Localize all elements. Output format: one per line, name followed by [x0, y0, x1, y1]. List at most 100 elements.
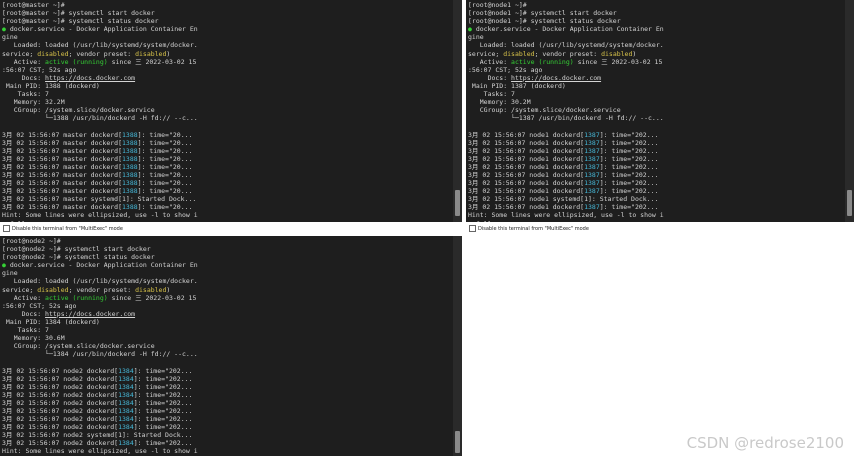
- terminal-line: n full.: [468, 220, 842, 222]
- terminal-text: n full.: [2, 220, 29, 222]
- terminal-text: 1387: [584, 138, 600, 147]
- scrollbar[interactable]: [453, 0, 462, 222]
- scrollbar[interactable]: [845, 0, 854, 222]
- terminal-line: 3月 02 15:56:07 master dockerd[1388]: tim…: [2, 187, 450, 195]
- terminal-text: 3月 02 15:56:07 node2 dockerd[: [2, 406, 119, 415]
- terminal-text: ]: time="20...: [137, 154, 193, 163]
- terminal-text: ]: time="202...: [133, 374, 193, 383]
- terminal-text: 1384: [118, 423, 134, 432]
- terminal-text: 3月 02 15:56:07 master dockerd[: [2, 162, 122, 171]
- terminal-text: gine: [468, 33, 484, 42]
- terminal-line: 3月 02 15:56:07 node1 dockerd[1387]: time…: [468, 203, 842, 211]
- scrollbar-thumb[interactable]: [847, 190, 852, 216]
- terminal-line: [root@master ~]# systemctl status docker: [2, 17, 450, 25]
- docs-link[interactable]: https://docs.docker.com: [45, 74, 135, 82]
- terminal-line: service; disabled; vendor preset: disabl…: [2, 286, 450, 294]
- terminal-text: 3月 02 15:56:07 node1 dockerd[: [468, 170, 585, 179]
- terminal-pane-node1[interactable]: [root@node1 ~]# [root@node1 ~]# systemct…: [466, 0, 854, 222]
- terminal-text: 1388: [122, 138, 138, 147]
- terminal-text: active (running): [45, 57, 108, 66]
- terminal-text: 1384: [118, 406, 134, 415]
- terminal-text: Main PID: 1387 (dockerd): [468, 81, 566, 90]
- terminal-text: ]: time="202...: [133, 406, 193, 415]
- terminal-text: 3月 02 15:56:07 node2 dockerd[: [2, 423, 119, 432]
- terminal-text: since 三 2022-03-02 15: [107, 293, 197, 302]
- watermark: CSDN @redrose2100: [686, 434, 844, 452]
- terminal-line: 3月 02 15:56:07 node2 dockerd[1384]: time…: [2, 423, 450, 431]
- terminal-text: 3月 02 15:56:07 master systemd[1]: Starte…: [2, 195, 197, 204]
- terminal-text: ): [632, 49, 637, 58]
- terminal-line: Tasks: 7: [2, 90, 450, 98]
- terminal-line: 3月 02 15:56:07 node1 dockerd[1387]: time…: [468, 187, 842, 195]
- terminal-line: gine: [2, 269, 450, 277]
- scrollbar-thumb[interactable]: [455, 431, 460, 453]
- terminal-text: 3月 02 15:56:07 master dockerd[: [2, 154, 122, 163]
- terminal-line: :56:07 CST; 52s ago: [2, 66, 450, 74]
- terminal-text: ]: time="20...: [137, 170, 193, 179]
- docs-link[interactable]: https://docs.docker.com: [45, 310, 135, 318]
- terminal-text: 3月 02 15:56:07 node2 dockerd[: [2, 390, 119, 399]
- terminal-text: service;: [468, 49, 504, 58]
- docs-link[interactable]: https://docs.docker.com: [511, 74, 601, 82]
- terminal-output-master[interactable]: [root@master ~]# [root@master ~]# system…: [2, 1, 450, 222]
- multiexec-checkbox[interactable]: [3, 225, 10, 232]
- terminal-text: disabled: [37, 49, 69, 58]
- scrollbar[interactable]: [453, 236, 462, 456]
- terminal-output-node2[interactable]: [root@node2 ~]# [root@node2 ~]# systemct…: [2, 237, 450, 456]
- terminal-text: 1388: [122, 154, 138, 163]
- terminal-pane-node2[interactable]: [root@node2 ~]# [root@node2 ~]# systemct…: [0, 236, 462, 456]
- terminal-text: 3月 02 15:56:07 master dockerd[: [2, 138, 122, 147]
- terminal-line: 3月 02 15:56:07 node2 dockerd[1384]: time…: [2, 439, 450, 447]
- multiexec-toggle-node1[interactable]: Disable this terminal from "MultiExec" m…: [469, 225, 589, 232]
- terminal-text: ]: time="202...: [133, 398, 193, 407]
- terminal-line: ● docker.service - Docker Application Co…: [2, 261, 450, 269]
- terminal-line: 3月 02 15:56:07 node1 systemd[1]: Started…: [468, 195, 842, 203]
- terminal-line: 3月 02 15:56:07 node2 dockerd[1384]: time…: [2, 391, 450, 399]
- terminal-text: [root@master ~]# systemctl start docker: [2, 9, 155, 18]
- terminal-text: 3月 02 15:56:07 master dockerd[: [2, 146, 122, 155]
- terminal-text: 1387: [584, 179, 600, 188]
- terminal-text: Tasks: 7: [2, 326, 49, 335]
- terminal-text: :56:07 CST; 52s ago: [468, 65, 543, 74]
- terminal-text: 1384: [118, 398, 134, 407]
- terminal-line: Loaded: loaded (/usr/lib/systemd/system/…: [468, 41, 842, 49]
- terminal-text: Tasks: 7: [468, 90, 515, 99]
- terminal-text: ): [166, 49, 171, 58]
- terminal-text: Loaded: loaded (/usr/lib/systemd/system/…: [2, 41, 198, 50]
- multiexec-label: Disable this terminal from "MultiExec" m…: [12, 225, 123, 232]
- terminal-line: 3月 02 15:56:07 node1 dockerd[1387]: time…: [468, 131, 842, 139]
- terminal-text: ; vendor preset:: [68, 49, 136, 58]
- terminal-line: Main PID: 1387 (dockerd): [468, 82, 842, 90]
- terminal-text: disabled: [503, 49, 535, 58]
- terminal-text: 1387: [584, 154, 600, 163]
- terminal-text: active (running): [511, 57, 574, 66]
- terminal-text: └─1387 /usr/bin/dockerd -H fd:// --c...: [468, 114, 664, 123]
- terminal-text: Hint: Some lines were ellipsized, use -l…: [468, 211, 664, 220]
- terminal-output-node1[interactable]: [root@node1 ~]# [root@node1 ~]# systemct…: [468, 1, 842, 222]
- terminal-text: 3月 02 15:56:07 node1 systemd[1]: Started…: [468, 195, 659, 204]
- terminal-line: 3月 02 15:56:07 node2 dockerd[1384]: time…: [2, 375, 450, 383]
- terminal-text: ]: time="20...: [137, 203, 193, 212]
- multiexec-checkbox[interactable]: [469, 225, 476, 232]
- terminal-text: ●: [468, 25, 476, 34]
- terminal-line: service; disabled; vendor preset: disabl…: [468, 50, 842, 58]
- terminal-text: 1384: [118, 415, 134, 424]
- terminal-text: ]: time="202...: [133, 439, 193, 448]
- scrollbar-thumb[interactable]: [455, 190, 460, 216]
- terminal-line: 3月 02 15:56:07 master dockerd[1388]: tim…: [2, 163, 450, 171]
- terminal-text: ]: time="20...: [137, 138, 193, 147]
- terminal-pane-master[interactable]: [root@master ~]# [root@master ~]# system…: [0, 0, 462, 222]
- terminal-line: 3月 02 15:56:07 master dockerd[1388]: tim…: [2, 155, 450, 163]
- terminal-line: 3月 02 15:56:07 master dockerd[1388]: tim…: [2, 179, 450, 187]
- terminal-text: [root@node2 ~]# systemctl start docker: [2, 245, 151, 254]
- terminal-text: n full.: [468, 220, 495, 222]
- terminal-text: 3月 02 15:56:07 master dockerd[: [2, 130, 122, 139]
- terminal-text: └─1388 /usr/bin/dockerd -H fd:// --c...: [2, 114, 198, 123]
- multiexec-toggle-master[interactable]: Disable this terminal from "MultiExec" m…: [3, 225, 123, 232]
- terminal-text: 1384: [118, 366, 134, 375]
- terminal-text: disabled: [135, 285, 167, 294]
- terminal-line: 3月 02 15:56:07 node2 dockerd[1384]: time…: [2, 407, 450, 415]
- terminal-text: Loaded: loaded (/usr/lib/systemd/system/…: [2, 277, 198, 286]
- terminal-text: 1388: [122, 162, 138, 171]
